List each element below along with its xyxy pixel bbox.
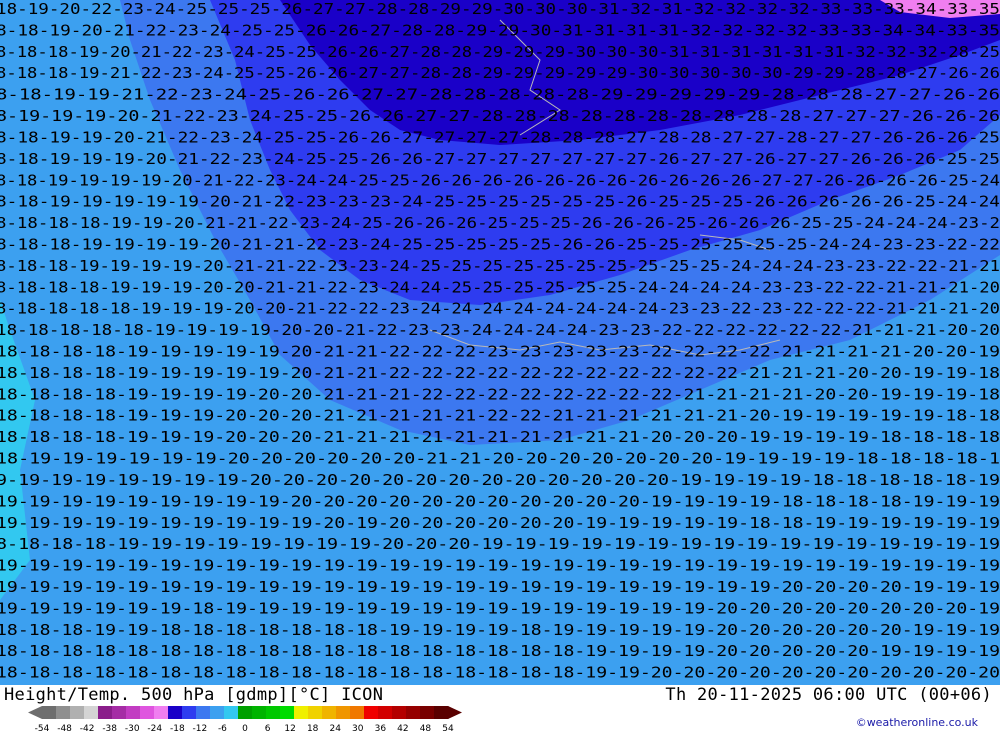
contour-row-27: 19-19-19-19-19-19-19-19-19-19-19-19-19-1… xyxy=(0,578,1000,596)
footer: Height/Temp. 500 hPa [gdmp][°C] ICON Th … xyxy=(0,685,1000,733)
scale-tick-17: 48 xyxy=(420,724,432,733)
map-timestamp: Th 20-11-2025 06:00 UTC (00+06) xyxy=(665,685,992,705)
scale-swatch-3 xyxy=(84,706,99,719)
contour-row-31: 18-18-18-18-18-18-18-18-18-18-18-18-18-1… xyxy=(0,664,1000,682)
contour-row-24: 19-19-19-19-19-19-19-19-19-19-20-19-20-2… xyxy=(0,514,1000,532)
contour-row-21: 18-19-19-19-19-19-19-20-20-20-20-20-20-2… xyxy=(0,450,1000,468)
contour-row-25: 8-18-18-18-19-19-19-19-19-19-19-19-20-20… xyxy=(0,535,1000,553)
scale-arrow-left xyxy=(28,706,42,719)
scale-swatch-2 xyxy=(70,706,85,719)
scale-arrow-right xyxy=(448,706,462,719)
scale-swatch-5 xyxy=(112,706,127,719)
scale-swatch-19 xyxy=(308,706,323,719)
contour-row-11: 8-18-18-19-19-19-19-20-21-21-22-23-24-25… xyxy=(0,235,1000,253)
contour-row-1: 8-18-19-20-21-22-23-24-25-25-26-26-27-28… xyxy=(0,21,1000,39)
contour-row-6: 8-18-19-19-20-21-22-23-24-25-25-26-26-27… xyxy=(0,128,1000,146)
scale-swatch-26 xyxy=(406,706,421,719)
scale-tick-5: -24 xyxy=(147,724,162,733)
scale-swatch-0 xyxy=(42,706,57,719)
contour-row-28: 19-19-19-19-19-19-18-19-19-19-19-19-19-1… xyxy=(0,599,1000,617)
scale-tick-14: 30 xyxy=(352,724,364,733)
contour-row-10: 8-18-18-18-19-19-20-21-21-22-23-24-25-26… xyxy=(0,214,1000,232)
scale-tick-4: -30 xyxy=(125,724,140,733)
contour-row-8: 8-18-19-19-19-19-20-21-22-23-24-24-25-25… xyxy=(0,171,1000,189)
contour-row-26: 19-19-19-19-19-19-19-19-19-19-19-19-19-1… xyxy=(0,557,1000,575)
scale-swatch-21 xyxy=(336,706,351,719)
weather-map: 18-19-20-22-23-24-25-25-25-26-27-27-28-2… xyxy=(0,0,1000,685)
scale-swatch-27 xyxy=(420,706,435,719)
scale-swatch-15 xyxy=(252,706,267,719)
scale-swatch-9 xyxy=(168,706,183,719)
contour-row-15: 18-18-18-18-18-19-19-19-19-20-20-21-22-2… xyxy=(0,321,1000,339)
contour-row-29: 18-18-18-19-19-18-18-18-18-18-18-18-19-1… xyxy=(0,621,1000,639)
scale-swatch-1 xyxy=(56,706,71,719)
contour-row-3: 8-18-18-19-21-22-23-24-25-25-26-26-27-27… xyxy=(0,64,1000,82)
scale-swatch-13 xyxy=(224,706,239,719)
scale-tick-13: 24 xyxy=(329,724,341,733)
contour-row-14: 8-18-18-18-18-19-19-19-20-20-21-22-22-23… xyxy=(0,300,1000,318)
scale-tick-10: 6 xyxy=(265,724,271,733)
scale-swatch-16 xyxy=(266,706,281,719)
scale-swatch-17 xyxy=(280,706,295,719)
contour-row-5: 8-19-19-19-20-21-22-23-24-25-25-26-26-27… xyxy=(0,107,1000,125)
credit-link[interactable]: ©weatheronline.co.uk xyxy=(856,716,978,729)
contour-row-18: 18-18-18-18-19-19-19-19-20-20-21-21-21-2… xyxy=(0,385,1000,403)
contour-row-12: 8-18-18-19-19-19-19-20-21-21-22-23-23-24… xyxy=(0,257,1000,275)
contour-row-7: 8-18-19-19-19-20-21-22-23-24-25-25-26-26… xyxy=(0,150,1000,168)
contour-row-16: 18-18-18-18-19-19-19-19-19-20-21-21-22-2… xyxy=(0,343,1000,361)
scale-tick-1: -48 xyxy=(57,724,72,733)
scale-tick-8: -6 xyxy=(218,724,227,733)
scale-tick-0: -54 xyxy=(35,724,50,733)
contour-row-30: 18-18-18-18-18-18-18-18-18-18-18-18-18-1… xyxy=(0,642,1000,660)
contour-row-22: 9-19-19-19-19-19-19-19-20-20-20-20-20-20… xyxy=(0,471,1000,489)
scale-tick-16: 42 xyxy=(397,724,408,733)
contour-row-9: 8-18-19-19-19-19-19-20-21-22-23-23-23-24… xyxy=(0,193,1000,211)
scale-swatch-11 xyxy=(196,706,211,719)
scale-swatch-4 xyxy=(98,706,113,719)
scale-swatch-12 xyxy=(210,706,225,719)
contour-row-13: 8-18-18-18-19-19-19-20-20-21-21-22-23-24… xyxy=(0,278,1000,296)
scale-swatch-18 xyxy=(294,706,309,719)
scale-swatch-22 xyxy=(350,706,365,719)
scale-tick-15: 36 xyxy=(375,724,387,733)
scale-swatch-20 xyxy=(322,706,337,719)
contour-row-23: 19-19-19-19-19-19-19-19-19-20-20-20-20-2… xyxy=(0,492,1000,510)
scale-swatch-23 xyxy=(364,706,379,719)
contour-row-20: 18-18-18-18-19-19-19-20-20-20-21-21-21-2… xyxy=(0,428,1000,446)
scale-tick-18: 54 xyxy=(442,724,454,733)
scale-tick-9: 0 xyxy=(242,724,248,733)
contour-row-19: 18-18-18-18-19-19-19-20-20-20-21-21-21-2… xyxy=(0,407,1000,425)
scale-swatch-7 xyxy=(140,706,155,719)
scale-swatch-28 xyxy=(434,706,449,719)
scale-swatch-10 xyxy=(182,706,197,719)
scale-tick-3: -38 xyxy=(102,724,117,733)
scale-swatch-8 xyxy=(154,706,169,719)
scale-swatch-25 xyxy=(392,706,407,719)
scale-tick-12: 18 xyxy=(307,724,319,733)
contour-row-2: 8-18-18-19-20-21-22-23-24-25-25-26-26-27… xyxy=(0,43,1000,61)
scale-tick-6: -18 xyxy=(170,724,185,733)
scale-tick-2: -42 xyxy=(80,724,95,733)
scale-swatch-6 xyxy=(126,706,141,719)
map-canvas: 18-19-20-22-23-24-25-25-25-26-27-27-28-2… xyxy=(0,0,1000,685)
color-scale: -54 -48 -42 -38 -30 -24 -18 -12 -6 0 6 12 18 24 30 36 42… xyxy=(28,706,462,733)
contour-row-4: 8-18-19-19-21-22-23-24-25-26-26-27-27-28… xyxy=(0,86,1000,104)
scale-swatch-14 xyxy=(238,706,253,719)
map-title: Height/Temp. 500 hPa [gdmp][°C] ICON xyxy=(4,685,384,705)
contour-row-17: 18-18-18-18-19-19-19-19-19-20-21-21-22-2… xyxy=(0,364,1000,382)
contour-row-0: 18-19-20-22-23-24-25-25-25-26-27-27-28-2… xyxy=(0,0,1000,18)
scale-swatch-24 xyxy=(378,706,393,719)
scale-tick-11: 12 xyxy=(284,724,295,733)
scale-tick-7: -12 xyxy=(193,724,208,733)
